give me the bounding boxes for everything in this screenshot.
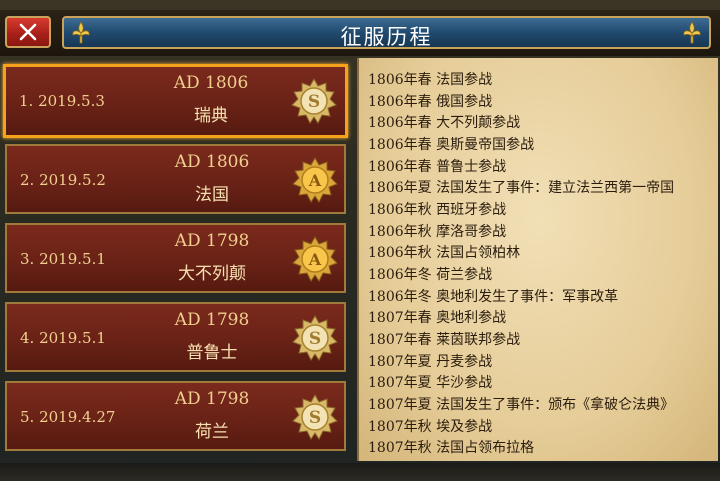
log-entry: 1806年秋 西班牙参战 (368, 202, 507, 218)
log-entry: 1806年秋 摩洛哥参战 (368, 224, 507, 240)
entry-date: 4. 2019.5.1 (20, 329, 106, 347)
log-entry: 1806年春 大不列颠参战 (368, 115, 521, 131)
conquest-entry[interactable]: 2. 2019.5.2 AD 1806 法国 A (5, 144, 346, 214)
rank-letter: S (309, 408, 321, 428)
rank-a-medal-icon: A (292, 236, 338, 282)
fleur-de-lis-icon (683, 21, 701, 44)
entry-year: AD 1798 (174, 231, 250, 251)
entry-date: 3. 2019.5.1 (20, 250, 106, 268)
page-title: 征服历程 (340, 25, 433, 49)
entry-year: AD 1806 (174, 152, 250, 172)
rank-letter: S (308, 92, 320, 112)
log-entry: 1806年春 奥斯曼帝国参战 (368, 137, 535, 153)
title-bar: 征服历程 (62, 16, 711, 49)
conquest-entry[interactable]: 5. 2019.4.27 AD 1798 荷兰 S (5, 381, 346, 451)
conquest-entry[interactable]: 3. 2019.5.1 AD 1798 大不列颠 A (5, 223, 346, 293)
entry-nation: 瑞典 (194, 106, 228, 126)
log-entry: 1807年秋 法国占领布拉格 (368, 440, 535, 456)
log-entry: 1807年夏 丹麦参战 (368, 354, 493, 370)
entry-year: AD 1806 (173, 73, 249, 93)
entry-date: 2. 2019.5.2 (20, 171, 106, 189)
log-entry: 1806年春 俄国参战 (368, 94, 493, 110)
log-entry: 1807年夏 华沙参战 (368, 375, 493, 391)
log-entry: 1806年冬 荷兰参战 (368, 267, 493, 283)
log-entry: 1807年夏 法国发生了事件：颁布《拿破仑法典》 (368, 397, 675, 413)
entry-nation: 法国 (195, 185, 229, 205)
log-entry: 1806年春 法国参战 (368, 72, 493, 88)
rank-letter: S (309, 329, 321, 349)
log-entry: 1807年春 奥地利参战 (368, 310, 507, 326)
entry-year: AD 1798 (174, 389, 250, 409)
entry-nation: 荷兰 (195, 422, 229, 442)
log-entry: 1807年秋 埃及参战 (368, 419, 493, 435)
close-button[interactable] (5, 16, 51, 48)
log-entry: 1806年冬 奥地利发生了事件：军事改革 (368, 289, 619, 305)
conquest-entry[interactable]: 1. 2019.5.3 AD 1806 瑞典 S (3, 64, 348, 138)
log-entry: 1806年夏 法国发生了事件：建立法兰西第一帝国 (368, 180, 675, 196)
event-log-panel[interactable]: 1806年春 法国参战 1806年春 俄国参战 1806年春 大不列颠参战 18… (357, 58, 718, 461)
conquest-list: 1. 2019.5.3 AD 1806 瑞典 S 2. 2019.5.2 AD … (0, 58, 356, 463)
conquest-entry[interactable]: 4. 2019.5.1 AD 1798 普鲁士 S (5, 302, 346, 372)
entry-date: 1. 2019.5.3 (19, 92, 105, 110)
rank-letter: A (308, 250, 322, 269)
bottom-bar (0, 463, 720, 481)
entry-year: AD 1798 (174, 310, 250, 330)
log-entry: 1806年春 普鲁士参战 (368, 159, 507, 175)
rank-s-medal-icon: S (291, 78, 337, 124)
rank-s-medal-icon: S (292, 315, 338, 361)
entry-nation: 普鲁士 (186, 343, 238, 363)
log-entry: 1807年春 莱茵联邦参战 (368, 332, 521, 348)
close-icon (19, 23, 37, 41)
rank-a-medal-icon: A (292, 157, 338, 203)
rank-letter: A (308, 171, 322, 190)
entry-date: 5. 2019.4.27 (20, 408, 116, 426)
log-entry: 1806年秋 法国占领柏林 (368, 245, 521, 261)
rank-s-medal-icon: S (292, 394, 338, 440)
entry-nation: 大不列颠 (178, 264, 246, 284)
